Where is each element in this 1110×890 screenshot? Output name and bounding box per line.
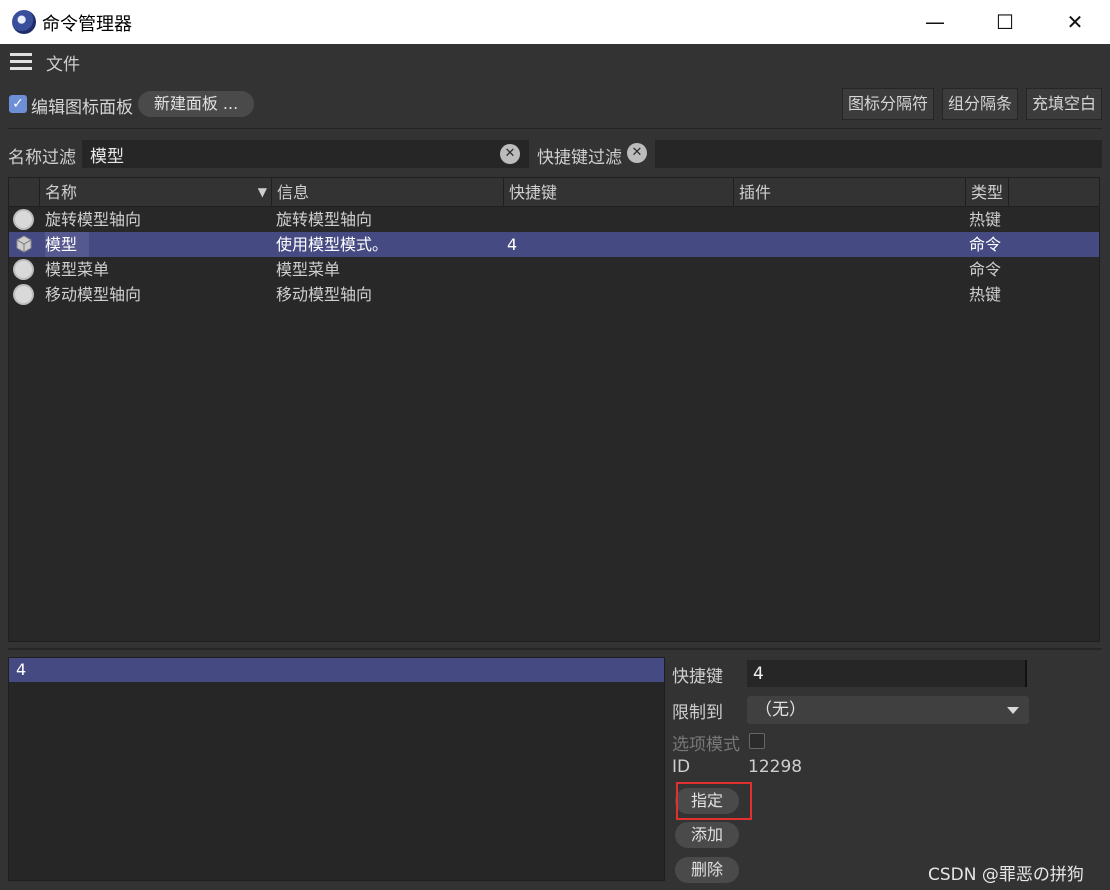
row-info: 旋转模型轴向 — [276, 210, 373, 229]
header-type[interactable]: 类型 — [965, 178, 1009, 207]
restrict-value: （无） — [755, 700, 806, 720]
table-row[interactable]: 移动模型轴向 移动模型轴向 热键 — [9, 282, 1099, 307]
row-name: 模型 — [45, 232, 90, 257]
toolbar-divider — [8, 128, 1102, 129]
gear-icon — [15, 286, 32, 303]
row-name: 移动模型轴向 — [45, 285, 142, 304]
row-info: 使用模型模式。 — [276, 235, 389, 254]
shortcut-list-item[interactable]: 4 — [9, 658, 664, 682]
chevron-down-icon — [1007, 707, 1019, 714]
assign-highlight-box — [676, 782, 752, 820]
header-plugin[interactable]: 插件 — [733, 178, 965, 207]
row-shortcut: 4 — [507, 235, 518, 254]
row-type: 热键 — [969, 210, 1002, 229]
shortcut-filter-label: 快捷键过滤 — [537, 148, 622, 168]
restrict-label: 限制到 — [672, 703, 723, 723]
header-name-label: 名称 — [45, 183, 78, 202]
option-mode-checkbox[interactable] — [749, 733, 765, 749]
table-row[interactable]: 模型菜单 模型菜单 命令 — [9, 257, 1099, 282]
menu-file[interactable]: 文件 — [46, 50, 80, 75]
table-row[interactable]: 旋转模型轴向 旋转模型轴向 热键 — [9, 207, 1099, 232]
row-type: 命令 — [969, 235, 1002, 254]
cube-icon — [16, 235, 32, 253]
window-title: 命令管理器 — [42, 14, 132, 35]
row-type: 热键 — [969, 285, 1002, 304]
gear-icon — [15, 261, 32, 278]
row-name: 模型菜单 — [45, 260, 110, 279]
name-filter-label: 名称过滤 — [8, 148, 76, 168]
row-type: 命令 — [969, 260, 1002, 279]
option-mode-label: 选项模式 — [672, 735, 740, 755]
header-info[interactable]: 信息 — [271, 178, 503, 207]
row-name: 旋转模型轴向 — [45, 210, 142, 229]
gear-icon — [15, 211, 32, 228]
shortcut-filter-input[interactable] — [655, 140, 1102, 168]
maximize-button[interactable]: ☐ — [970, 0, 1040, 44]
group-separator-button[interactable]: 组分隔条 — [942, 88, 1018, 120]
header-icon-column — [9, 178, 39, 207]
id-label: ID — [672, 757, 691, 777]
shortcut-input[interactable] — [747, 660, 1027, 687]
sort-desc-icon: ▼ — [257, 185, 267, 199]
shortcut-label: 快捷键 — [672, 667, 723, 687]
clear-name-filter-icon[interactable]: ✕ — [500, 144, 520, 164]
title-bar: 命令管理器 — ☐ ✕ — [0, 0, 1110, 44]
restrict-dropdown[interactable]: （无） — [747, 696, 1029, 724]
hamburger-menu-icon[interactable] — [10, 53, 32, 71]
edit-icon-panel-checkbox[interactable]: ✓ — [9, 95, 27, 113]
shortcut-list: 4 — [8, 657, 665, 881]
header-shortcut[interactable]: 快捷键 — [503, 178, 733, 207]
row-info: 移动模型轴向 — [276, 285, 373, 304]
header-name[interactable]: 名称 ▼ — [39, 178, 271, 207]
cinema4d-logo-icon — [12, 10, 36, 34]
name-filter-input[interactable] — [82, 140, 529, 168]
watermark: CSDN @罪恶の拼狗 — [928, 865, 1084, 885]
add-button[interactable]: 添加 — [675, 822, 739, 848]
table-header: 名称 ▼ 信息 快捷键 插件 类型 — [9, 178, 1099, 207]
row-info: 模型菜单 — [276, 260, 341, 279]
close-button[interactable]: ✕ — [1040, 0, 1110, 44]
icon-separator-button[interactable]: 图标分隔符 — [842, 88, 934, 120]
pane-splitter[interactable] — [8, 648, 1102, 650]
edit-icon-panel-label: 编辑图标面板 — [31, 98, 133, 118]
delete-button[interactable]: 删除 — [675, 857, 739, 883]
command-table: 名称 ▼ 信息 快捷键 插件 类型 旋转模型轴向 旋转模型轴向 热键 模型 使用… — [8, 177, 1100, 642]
minimize-button[interactable]: — — [900, 0, 970, 44]
clear-shortcut-filter-icon[interactable]: ✕ — [627, 143, 647, 163]
id-value: 12298 — [748, 757, 803, 777]
fill-space-button[interactable]: 充填空白 — [1026, 88, 1102, 120]
new-panel-button[interactable]: 新建面板 ... — [138, 91, 254, 117]
table-row-selected[interactable]: 模型 使用模型模式。 4 命令 — [9, 232, 1099, 257]
